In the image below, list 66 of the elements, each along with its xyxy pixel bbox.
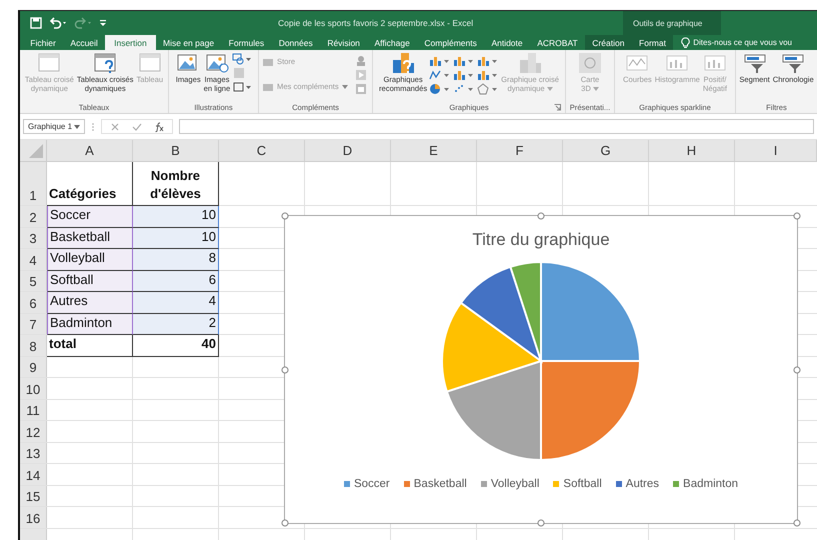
ribbon-tab[interactable]: Fichier	[23, 35, 64, 50]
row-header[interactable]: 4	[20, 249, 47, 270]
table-cell: 8	[133, 249, 219, 270]
table-cell: 4	[133, 292, 219, 314]
row-header[interactable]: 1	[20, 162, 47, 205]
table-cell: 40	[133, 335, 219, 356]
ribbon-tab[interactable]: Formules	[221, 35, 272, 50]
legend-label: Softball	[563, 478, 602, 490]
name-box[interactable]: Graphique 1	[23, 119, 85, 134]
column-header[interactable]: B	[133, 140, 219, 161]
row-header[interactable]: 16	[20, 507, 47, 528]
chart-area[interactable]: Titre du graphique Soccer Basketball Volleyball Softball Autres Badminton	[284, 215, 798, 524]
column-header[interactable]: A	[47, 140, 133, 161]
legend-label: Volleyball	[490, 478, 540, 490]
column-header[interactable]: I	[735, 140, 817, 161]
ribbon-tab[interactable]: ACROBAT	[530, 35, 585, 50]
row-header[interactable]: 2	[20, 206, 47, 226]
table-cell: 10	[133, 206, 219, 228]
table-cell: total	[47, 335, 133, 356]
table-cell: Catégories	[47, 162, 133, 206]
legend-label: Basketball	[414, 478, 467, 490]
table-cell: Badminton	[47, 314, 133, 335]
ribbon-tab[interactable]: Format	[632, 35, 674, 50]
ribbon-tab[interactable]: Données	[271, 35, 320, 50]
legend-label: Badminton	[683, 478, 738, 490]
table-cell: Basketball	[47, 228, 133, 249]
row-header[interactable]: 7	[20, 314, 47, 334]
table-cell: 2	[133, 314, 219, 335]
row-header[interactable]: 3	[20, 228, 47, 248]
chart-title: Titre du graphique	[472, 230, 610, 250]
row-header[interactable]: 13	[20, 442, 47, 463]
table-cell: Volleyball	[47, 249, 133, 270]
legend-label: Autres	[626, 478, 660, 490]
row-header[interactable]: 9	[20, 356, 47, 377]
ribbon-tab[interactable]: Accueil	[63, 35, 106, 50]
table-cell: Nombre d'élèves	[133, 162, 219, 206]
column-header[interactable]: E	[391, 140, 477, 161]
table-cell: 6	[133, 270, 219, 292]
legend-label: Soccer	[354, 478, 390, 490]
column-header[interactable]: C	[219, 140, 305, 161]
ribbon-tab[interactable]: Création	[585, 35, 632, 50]
row-header[interactable]: 11	[20, 400, 47, 420]
ribbon-tab[interactable]: Insertion	[105, 35, 156, 50]
ribbon-tab[interactable]: Antidote	[484, 35, 530, 50]
column-header[interactable]: H	[649, 140, 735, 161]
ribbon-tab[interactable]: Révision	[320, 35, 368, 50]
row-header[interactable]: 12	[20, 421, 47, 442]
column-header[interactable]: G	[563, 140, 649, 161]
table-cell: Soccer	[47, 206, 133, 228]
window-title: Copie de les sports favoris 2 septembre.xlsx - Excel	[278, 18, 474, 28]
table-cell: Autres	[47, 292, 133, 314]
ribbon-tab[interactable]: Mise en page	[156, 35, 222, 50]
table-cell: Softball	[47, 270, 133, 292]
column-header[interactable]: F	[477, 140, 563, 161]
row-header[interactable]: 10	[20, 378, 47, 398]
row-header[interactable]: 6	[20, 292, 47, 312]
row-header[interactable]: 5	[20, 270, 47, 291]
row-header[interactable]: 8	[20, 335, 47, 356]
table-cell: 10	[133, 228, 219, 249]
contextual-tab-label: Outils de graphique	[633, 18, 702, 28]
tell-me-field[interactable]: Dites-nous ce que vous vou	[673, 35, 817, 50]
ribbon-tab[interactable]: Compléments	[417, 35, 484, 50]
ribbon-tab[interactable]: Affichage	[367, 35, 418, 50]
row-header[interactable]: 14	[20, 464, 47, 484]
column-header[interactable]: D	[305, 140, 391, 161]
row-header[interactable]: 15	[20, 486, 47, 506]
